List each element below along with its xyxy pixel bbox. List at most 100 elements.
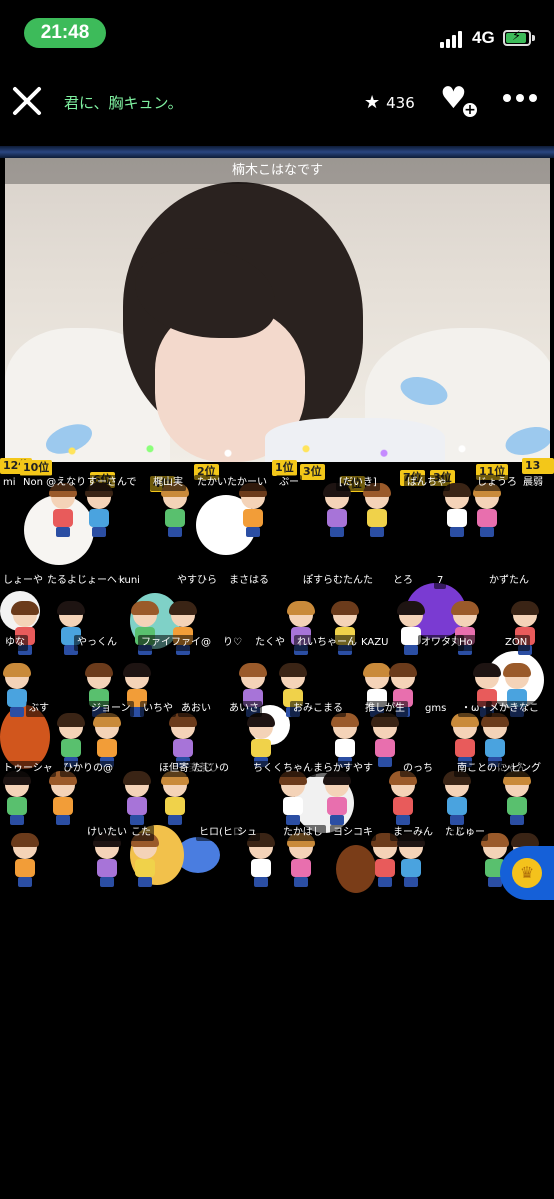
battery-icon: ⚡ — [503, 29, 531, 46]
audience-avatar[interactable] — [368, 713, 402, 767]
audience-avatar[interactable] — [440, 483, 474, 537]
network-type: 4G — [472, 28, 495, 47]
viewer-name-tag: ぷー — [276, 475, 302, 491]
star-count-value: 436 — [386, 93, 415, 112]
viewer-name-tag: たかはし — [280, 825, 326, 841]
audience-avatars[interactable]: 12位10位6位4位2位1位3位5位7位3位11位13位miNon @えなりすー… — [0, 455, 554, 915]
viewer-name-tag: ばんちゃ — [404, 475, 450, 491]
viewer-name-tag: ファイファイ@ — [138, 635, 214, 651]
viewer-name-tag: ゆな — [2, 635, 28, 651]
viewer-name-tag: り♡ — [220, 635, 245, 651]
viewer-name-tag: Non @えなり — [20, 475, 90, 491]
viewer-name-tag: ぽすらむたんた — [300, 573, 376, 589]
audience-avatar[interactable] — [328, 713, 362, 767]
viewer-name-tag: あおい — [178, 701, 214, 717]
audience-avatar[interactable] — [128, 833, 162, 887]
viewer-name-tag: いちや — [140, 701, 176, 717]
viewer-name-tag: やす — [350, 761, 376, 777]
viewer-name-tag: mi — [0, 475, 19, 491]
viewer-name-tag: やすひら — [174, 573, 220, 589]
viewer-name-tag: ちくくちゃん — [250, 761, 316, 777]
audience-avatar[interactable] — [478, 713, 512, 767]
audience-avatar[interactable] — [500, 771, 534, 825]
viewer-name-tag: 晨弱 — [520, 475, 546, 491]
viewer-name-tag: たくや — [252, 635, 288, 651]
more-icon[interactable] — [503, 94, 543, 106]
viewer-name-tag: たかいたかーい — [194, 475, 270, 491]
viewer-name-tag: かずたん — [486, 573, 532, 589]
audience-avatar[interactable] — [386, 771, 420, 825]
gift-button[interactable]: ♛ — [500, 846, 554, 900]
room-title: 君に、胸キュン。 — [64, 94, 183, 112]
viewer-name-tag: じゅー — [452, 825, 488, 841]
audience-avatar[interactable] — [320, 771, 354, 825]
viewer-name-tag: ジョーン — [88, 701, 134, 717]
audience-avatar[interactable] — [276, 771, 310, 825]
live-video[interactable]: 楠木こはなです — [5, 158, 550, 462]
viewer-name-tag: のっち — [400, 761, 436, 777]
viewer-name-tag: れいちゃーん — [294, 635, 360, 651]
signal-icon — [440, 30, 466, 48]
viewer-name-tag: [だいき] — [336, 475, 380, 491]
viewer-name-tag: おみこまる — [290, 701, 346, 717]
audience-avatar[interactable] — [320, 483, 354, 537]
viewer-name-tag: けいたい — [84, 825, 130, 841]
audience-avatar[interactable] — [236, 483, 270, 537]
star-icon: ★ — [364, 92, 381, 113]
viewer-name-tag: シュ — [234, 825, 260, 841]
viewer-name-tag: 推しが生 — [362, 701, 408, 717]
audience-avatar[interactable] — [158, 771, 192, 825]
room-header: 君に、胸キュン。 ★ 436 ♥ + — [0, 70, 554, 136]
audience-avatar[interactable] — [244, 713, 278, 767]
audience-avatar[interactable] — [8, 833, 42, 887]
viewer-name-tag: kuni — [116, 573, 143, 589]
viewer-name-tag: ひかりの@ — [60, 761, 116, 777]
viewer-name-tag: 梶山実 — [150, 475, 186, 491]
audience-avatar[interactable] — [120, 771, 154, 825]
viewer-name-tag: ヨシコキ — [330, 825, 376, 841]
audience-avatar[interactable] — [394, 833, 428, 887]
audience-avatar[interactable] — [360, 483, 394, 537]
audience-avatar[interactable] — [158, 483, 192, 537]
viewer-name-tag: まさはる — [226, 573, 272, 589]
audience-avatar[interactable] — [440, 771, 474, 825]
audience-avatar[interactable] — [54, 713, 88, 767]
viewer-name-tag: やっくん — [74, 635, 120, 651]
audience-avatar[interactable] — [0, 771, 34, 825]
viewer-name-tag: すーさんで — [84, 475, 140, 491]
audience-avatar[interactable] — [46, 483, 80, 537]
audience-avatar[interactable] — [90, 833, 124, 887]
rank-badge: 10位 — [20, 460, 53, 476]
viewer-name-tag: こた — [128, 825, 154, 841]
viewer-name-tag: しょーや — [0, 573, 46, 589]
stage-border — [0, 146, 554, 158]
viewer-name-tag: トゥーシャ — [0, 761, 56, 777]
rank-badge: 1位 — [272, 460, 297, 476]
crown-icon: ♛ — [512, 858, 542, 888]
viewer-name-tag: メかきなこ — [486, 701, 542, 717]
audience-avatar[interactable] — [90, 713, 124, 767]
rank-badge: 3位 — [300, 464, 325, 480]
viewer-name-tag: ほ但寄 — [156, 761, 192, 777]
battery-tip — [532, 35, 535, 41]
viewer-name-tag: じょうろ — [474, 475, 520, 491]
audience-avatar[interactable] — [448, 713, 482, 767]
audience-avatar[interactable] — [284, 833, 318, 887]
audience-avatar[interactable] — [470, 483, 504, 537]
audience-avatar[interactable] — [46, 771, 80, 825]
status-time: 21:48 — [24, 18, 106, 48]
viewer-name-tag: gms — [422, 701, 450, 717]
audience-avatar[interactable] — [244, 833, 278, 887]
audience-avatar[interactable] — [166, 713, 200, 767]
audience-avatar[interactable] — [82, 483, 116, 537]
close-icon[interactable] — [8, 82, 46, 120]
rank-badge: 13位 — [522, 458, 554, 488]
viewer-name-tag: とろ — [390, 573, 416, 589]
star-count: ★ 436 — [364, 92, 415, 113]
viewer-name-tag: ぶす — [26, 701, 52, 717]
streamer-name: 楠木こはなです — [5, 158, 550, 184]
viewer-name-tag: ッピング — [498, 761, 544, 777]
follow-button[interactable]: ♥ + — [440, 84, 480, 120]
viewer-name-tag: Ho — [456, 635, 476, 651]
viewer-name-tag: たじ — [190, 761, 216, 777]
